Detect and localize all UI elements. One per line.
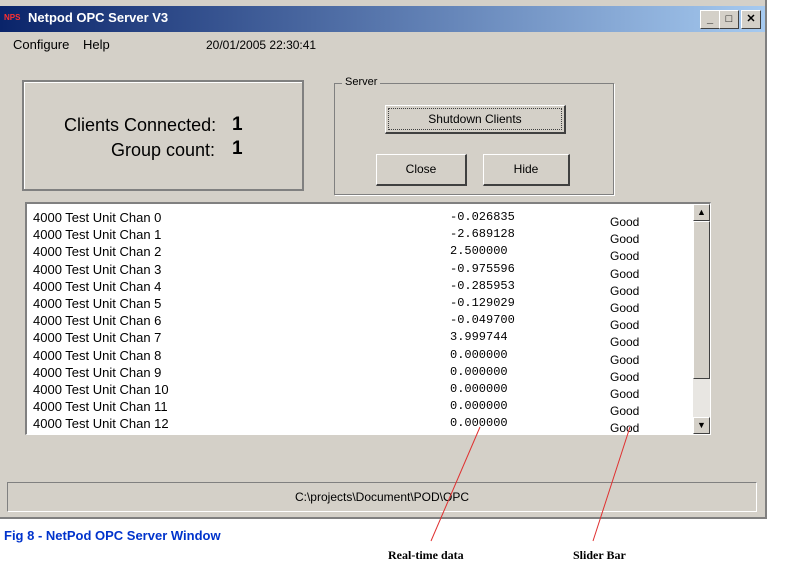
annotation-leaders — [430, 426, 631, 542]
realtime-leader-line — [430, 426, 481, 542]
slider-leader-line — [592, 426, 631, 542]
